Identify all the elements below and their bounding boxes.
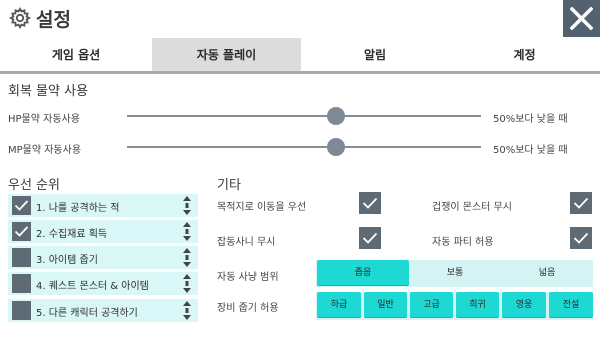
reorder-handle-icon[interactable] <box>182 273 192 294</box>
tab-account[interactable]: 계정 <box>449 38 600 71</box>
reorder-handle-icon[interactable] <box>182 195 192 216</box>
priority-item-label: 4. 퀘스트 몬스터 & 아이템 <box>36 281 149 292</box>
checkmark-icon <box>573 232 589 244</box>
mp-potion-label: MP물약 자동사용 <box>8 145 82 156</box>
option-checkbox[interactable] <box>359 227 381 249</box>
priority-item-label: 3. 아이템 줍기 <box>36 255 98 266</box>
priority-item[interactable]: 1. 나를 공격하는 적 <box>8 194 198 217</box>
checkmark-icon <box>14 226 29 237</box>
loot-grade-hero[interactable]: 영웅 <box>502 292 546 318</box>
loot-grade-low[interactable]: 하급 <box>317 292 361 318</box>
loot-grade-legend[interactable]: 전설 <box>549 292 593 318</box>
checkbox[interactable] <box>12 222 31 241</box>
misc-section-title: 기타 <box>217 178 241 193</box>
checkmark-icon <box>14 200 29 211</box>
gear-icon <box>9 7 31 29</box>
tab-game-options[interactable]: 게임 옵션 <box>0 38 152 71</box>
recovery-section-title: 회복 물약 사용 <box>8 84 89 99</box>
priority-item[interactable]: 4. 퀘스트 몬스터 & 아이템 <box>8 272 198 295</box>
option-label: 겁쟁이 몬스터 무시 <box>432 202 512 213</box>
option-label: 자동 파티 허용 <box>432 237 494 248</box>
hp-potion-label: HP물약 자동사용 <box>8 114 80 125</box>
loot-label: 장비 줍기 허용 <box>217 303 279 314</box>
reorder-handle-icon[interactable] <box>182 247 192 268</box>
option-checkbox[interactable] <box>570 192 592 214</box>
priority-section-title: 우선 순위 <box>8 178 60 193</box>
loot-grade-normal[interactable]: 일반 <box>364 292 407 318</box>
header: 설정 <box>0 0 600 38</box>
checkbox[interactable] <box>12 196 31 215</box>
loot-grade-rare[interactable]: 희귀 <box>456 292 499 318</box>
checkbox[interactable] <box>12 301 31 320</box>
hunt-range-normal[interactable]: 보통 <box>409 260 501 286</box>
reorder-handle-icon[interactable] <box>182 300 192 321</box>
mp-potion-slider[interactable] <box>127 138 481 156</box>
priority-item-label: 2. 수집재료 획득 <box>36 229 108 240</box>
option-label: 잡동사니 무시 <box>217 237 276 248</box>
priority-item-label: 1. 나를 공격하는 적 <box>36 203 120 214</box>
hunt-range-label: 자동 사냥 범위 <box>217 272 279 283</box>
option-checkbox[interactable] <box>359 192 381 214</box>
slider-track <box>127 146 481 148</box>
priority-item[interactable]: 5. 다른 캐릭터 공격하기 <box>8 299 198 322</box>
checkbox[interactable] <box>12 274 31 293</box>
checkmark-icon <box>362 232 378 244</box>
mp-potion-value: 50%보다 낮을 때 <box>493 145 568 156</box>
close-button[interactable] <box>563 0 600 37</box>
tab-divider <box>0 71 600 74</box>
loot-grade-high[interactable]: 고급 <box>410 292 453 318</box>
slider-thumb[interactable] <box>327 107 345 125</box>
hp-potion-value: 50%보다 낮을 때 <box>493 114 568 125</box>
slider-track <box>127 115 481 117</box>
tab-notifications[interactable]: 알림 <box>301 38 449 71</box>
priority-item[interactable]: 3. 아이템 줍기 <box>8 246 198 269</box>
hunt-range-wide[interactable]: 넓음 <box>501 260 593 286</box>
option-checkbox[interactable] <box>570 227 592 249</box>
hunt-range-narrow[interactable]: 좁음 <box>317 260 409 286</box>
checkmark-icon <box>573 197 589 209</box>
priority-item[interactable]: 2. 수집재료 획득 <box>8 220 198 243</box>
hp-potion-slider[interactable] <box>127 107 481 125</box>
checkmark-icon <box>362 197 378 209</box>
tab-bar: 게임 옵션 자동 플레이 알림 계정 <box>0 38 600 71</box>
reorder-handle-icon[interactable] <box>182 221 192 242</box>
tab-auto-play[interactable]: 자동 플레이 <box>152 38 301 71</box>
priority-item-label: 5. 다른 캐릭터 공격하기 <box>36 308 138 319</box>
page-title: 설정 <box>36 9 71 31</box>
option-label: 목적지로 이동을 우선 <box>217 202 307 213</box>
slider-thumb[interactable] <box>327 138 345 156</box>
checkbox[interactable] <box>12 248 31 267</box>
close-icon <box>570 7 593 30</box>
